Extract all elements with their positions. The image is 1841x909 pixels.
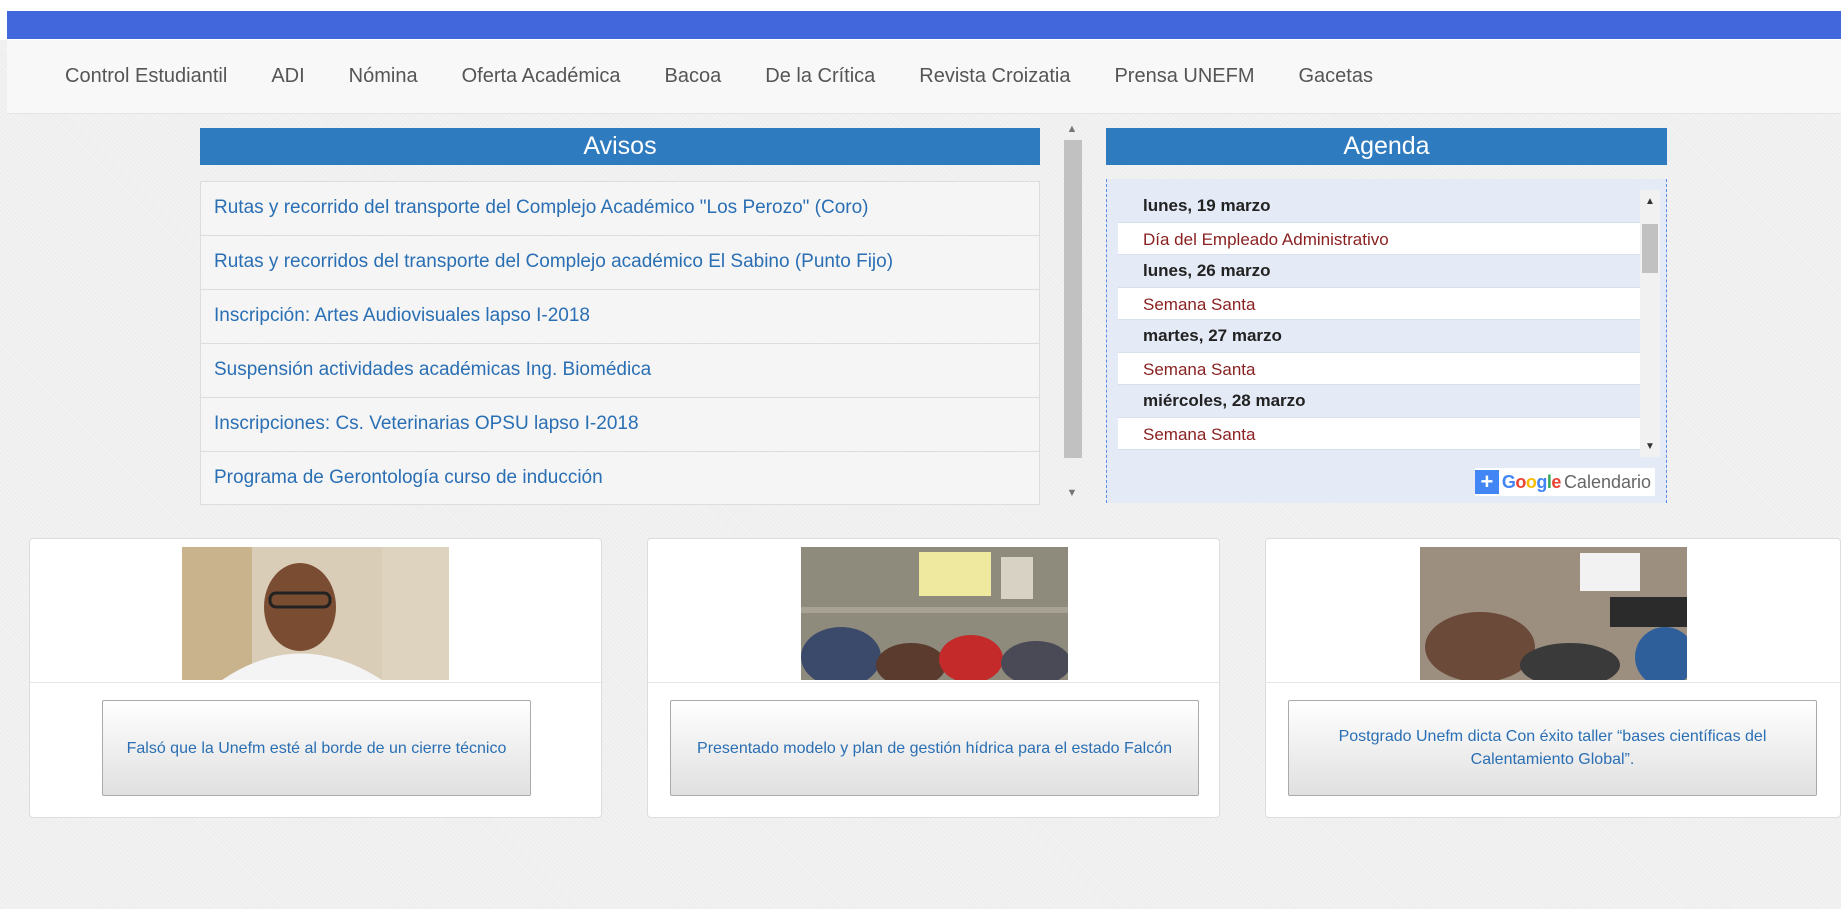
card-divider	[648, 682, 1219, 683]
top-bar-accent	[7, 11, 1841, 39]
avisos-panel: Avisos Rutas y recorrido del transporte …	[200, 128, 1040, 505]
main-nav: Control Estudiantil ADI Nómina Oferta Ac…	[7, 40, 1841, 114]
nav-oferta-academica[interactable]: Oferta Académica	[462, 65, 621, 88]
agenda-date: martes, 27 marzo	[1118, 320, 1640, 352]
agenda-scrollbar[interactable]: ▲ ▼	[1640, 190, 1660, 457]
card-divider	[30, 682, 601, 683]
agenda-event[interactable]: Semana Santa	[1118, 417, 1640, 450]
agenda-scroll-thumb[interactable]	[1642, 224, 1658, 273]
aviso-item[interactable]: Rutas y recorrido del transporte del Com…	[200, 181, 1040, 235]
top-bar	[0, 0, 1841, 40]
auditorium-presentation-photo[interactable]	[801, 547, 1068, 680]
nav-bacoa[interactable]: Bacoa	[665, 65, 722, 88]
scroll-up-icon[interactable]: ▲	[1644, 196, 1656, 207]
avisos-title: Avisos	[200, 128, 1040, 165]
avisos-scrollbar[interactable]: ▲ ▼	[1062, 122, 1082, 502]
agenda-date: lunes, 19 marzo	[1118, 190, 1640, 222]
agenda-calendar: lunes, 19 marzo Día del Empleado Adminis…	[1106, 179, 1667, 503]
plus-icon: +	[1474, 470, 1499, 494]
nav-prensa-unefm[interactable]: Prensa UNEFM	[1114, 65, 1254, 88]
card-divider	[1266, 682, 1840, 683]
aviso-item[interactable]: Suspensión actividades académicas Ing. B…	[200, 343, 1040, 397]
news-button[interactable]: Presentado modelo y plan de gestión hídr…	[670, 700, 1199, 796]
aviso-item[interactable]: Programa de Gerontología curso de inducc…	[200, 451, 1040, 505]
agenda-event[interactable]: Semana Santa	[1118, 352, 1640, 385]
news-card: Postgrado Unefm dicta Con éxito taller “…	[1265, 538, 1841, 818]
news-card: Presentado modelo y plan de gestión hídr…	[647, 538, 1220, 818]
agenda-title: Agenda	[1106, 128, 1667, 165]
agenda-list: lunes, 19 marzo Día del Empleado Adminis…	[1118, 190, 1640, 457]
news-card: Falsó que la Unefm esté al borde de un c…	[29, 538, 602, 818]
aviso-item[interactable]: Rutas y recorridos del transporte del Co…	[200, 235, 1040, 289]
aviso-item[interactable]: Inscripción: Artes Audiovisuales lapso I…	[200, 289, 1040, 343]
news-button[interactable]: Falsó que la Unefm esté al borde de un c…	[102, 700, 531, 796]
classroom-lecture-photo[interactable]	[1420, 547, 1687, 680]
scroll-down-icon[interactable]: ▼	[1065, 488, 1079, 499]
google-calendar-badge[interactable]: + Google Calendario	[1474, 468, 1655, 496]
nav-revista-croizatia[interactable]: Revista Croizatia	[919, 65, 1070, 88]
aviso-item[interactable]: Inscripciones: Cs. Veterinarias OPSU lap…	[200, 397, 1040, 451]
nav-adi[interactable]: ADI	[271, 65, 304, 88]
google-logo: Google	[1501, 471, 1562, 492]
calendario-label: Calendario	[1563, 471, 1651, 492]
avisos-scroll-thumb[interactable]	[1064, 140, 1082, 458]
agenda-event[interactable]: Día del Empleado Administrativo	[1118, 222, 1640, 255]
nav-de-la-critica[interactable]: De la Crítica	[765, 65, 875, 88]
nav-gacetas[interactable]: Gacetas	[1299, 65, 1373, 88]
agenda-date: lunes, 26 marzo	[1118, 255, 1640, 287]
man-portrait-photo[interactable]	[182, 547, 449, 680]
scroll-down-icon[interactable]: ▼	[1644, 441, 1656, 452]
agenda-date: miércoles, 28 marzo	[1118, 385, 1640, 417]
agenda-event[interactable]: Semana Santa	[1118, 287, 1640, 320]
avisos-list: Rutas y recorrido del transporte del Com…	[200, 181, 1040, 505]
agenda-panel: Agenda lunes, 19 marzo Día del Empleado …	[1106, 128, 1667, 503]
scroll-up-icon[interactable]: ▲	[1065, 124, 1079, 135]
news-button[interactable]: Postgrado Unefm dicta Con éxito taller “…	[1288, 700, 1817, 796]
nav-nomina[interactable]: Nómina	[349, 65, 418, 88]
nav-control-estudiantil[interactable]: Control Estudiantil	[65, 65, 227, 88]
